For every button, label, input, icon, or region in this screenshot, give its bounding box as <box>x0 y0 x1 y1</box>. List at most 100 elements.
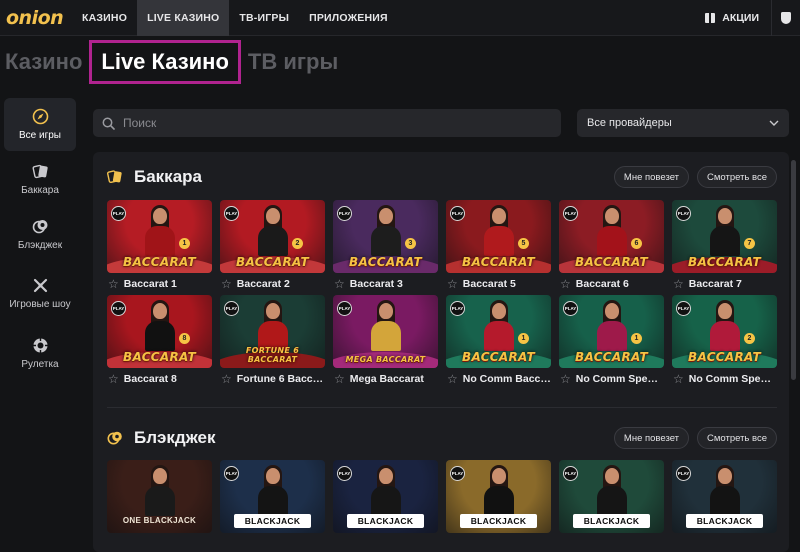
game-thumbnail[interactable]: PLAY 5 BACCARAT <box>446 200 551 273</box>
game-thumbnail[interactable]: PLAY BLACKJACK <box>220 460 325 533</box>
game-card[interactable]: PLAY 3 BACCARAT ☆ Baccarat 3 <box>333 200 438 295</box>
promotions-link[interactable]: АКЦИИ <box>705 12 771 24</box>
game-name: No Comm Spe… <box>688 373 772 385</box>
dealer-head <box>717 468 732 484</box>
play-logo-icon: PLAY <box>563 301 578 316</box>
game-card[interactable]: PLAY BLACKJACK <box>672 460 777 533</box>
table-number-badge: 3 <box>405 238 416 249</box>
game-thumbnail[interactable]: PLAY 7 BACCARAT <box>672 200 777 273</box>
game-name: Baccarat 1 <box>123 278 177 290</box>
game-thumbnail[interactable]: PLAY 1 BACCARAT <box>559 295 664 368</box>
game-card[interactable]: PLAY 1 BACCARAT ☆ No Comm Spe… <box>559 295 664 390</box>
tab-tv-games[interactable]: ТВ игры <box>243 49 343 75</box>
dealer-head <box>378 208 393 224</box>
site-logo[interactable]: onion <box>0 0 72 36</box>
play-logo-icon: PLAY <box>450 301 465 316</box>
lucky-button[interactable]: Мне повезет <box>613 166 690 188</box>
dealer-body <box>596 226 627 256</box>
tab-casino[interactable]: Казино <box>0 49 87 75</box>
sidebar-item-baccarat[interactable]: Баккара <box>4 153 76 206</box>
game-logo-text: BLACKJACK <box>347 514 424 528</box>
nav-apps[interactable]: ПРИЛОЖЕНИЯ <box>299 0 398 36</box>
lucky-button[interactable]: Мне повезет <box>613 427 690 449</box>
game-card[interactable]: PLAY 7 BACCARAT ☆ Baccarat 7 <box>672 200 777 295</box>
see-all-button[interactable]: Смотреть все <box>697 166 777 188</box>
play-logo-icon: PLAY <box>563 206 578 221</box>
game-card[interactable]: PLAY BLACKJACK <box>559 460 664 533</box>
sidebar-item-game-shows[interactable]: Игровые шоу <box>4 263 76 325</box>
game-thumbnail[interactable]: PLAY 1 BACCARAT <box>107 200 212 273</box>
nav-casino[interactable]: КАЗИНО <box>72 0 137 36</box>
game-card[interactable]: PLAY FORTUNE 6 BACCARAT ☆ Fortune 6 Bacc… <box>220 295 325 390</box>
scrollbar[interactable] <box>791 160 796 380</box>
game-thumbnail[interactable]: PLAY BLACKJACK <box>559 460 664 533</box>
game-card[interactable]: PLAY BLACKJACK <box>446 460 551 533</box>
dealer-head <box>152 468 167 484</box>
game-logo-text: BACCARAT <box>462 350 535 364</box>
favorite-star-icon[interactable]: ☆ <box>108 373 119 385</box>
search-bar[interactable] <box>93 109 561 137</box>
game-card[interactable]: PLAY MEGA BACCARAT ☆ Mega Baccarat <box>333 295 438 390</box>
sidebar-item-blackjack[interactable]: Блэкджек <box>4 208 76 261</box>
favorite-star-icon[interactable]: ☆ <box>447 278 458 290</box>
game-card[interactable]: PLAY 2 BACCARAT ☆ No Comm Spe… <box>672 295 777 390</box>
game-thumbnail[interactable]: PLAY 2 BACCARAT <box>220 200 325 273</box>
game-card[interactable]: PLAY BLACKJACK <box>333 460 438 533</box>
game-thumbnail[interactable]: ONE BLACKJACK <box>107 460 212 533</box>
favorite-star-icon[interactable]: ☆ <box>108 278 119 290</box>
dealer-body <box>709 486 740 516</box>
favorite-star-icon[interactable]: ☆ <box>560 373 571 385</box>
game-thumbnail[interactable]: PLAY BLACKJACK <box>446 460 551 533</box>
play-logo-icon: PLAY <box>224 466 239 481</box>
dealer-head <box>717 303 732 319</box>
baccarat-games-grid: PLAY 1 BACCARAT ☆ Baccarat 1 PLAY 2 BACCARAT ☆ Ba… <box>107 200 777 390</box>
game-thumbnail[interactable]: PLAY BLACKJACK <box>333 460 438 533</box>
search-input[interactable] <box>123 116 523 130</box>
play-logo-icon: PLAY <box>337 206 352 221</box>
shield-icon[interactable] <box>772 0 800 36</box>
game-thumbnail[interactable]: PLAY BLACKJACK <box>672 460 777 533</box>
play-logo-icon: PLAY <box>337 466 352 481</box>
sidebar-item-all-games[interactable]: Все игры <box>4 98 76 151</box>
game-card[interactable]: ONE BLACKJACK <box>107 460 212 533</box>
dealer-body <box>709 226 740 256</box>
dealer-head <box>152 208 167 224</box>
table-number-badge: 1 <box>518 333 529 344</box>
game-card[interactable]: PLAY 5 BACCARAT ☆ Baccarat 5 <box>446 200 551 295</box>
tab-live-casino[interactable]: Live Казино <box>89 40 241 84</box>
game-thumbnail[interactable]: PLAY 6 BACCARAT <box>559 200 664 273</box>
favorite-star-icon[interactable]: ☆ <box>221 373 232 385</box>
dealer-head <box>604 208 619 224</box>
favorite-star-icon[interactable]: ☆ <box>673 373 684 385</box>
favorite-star-icon[interactable]: ☆ <box>221 278 232 290</box>
game-name: Baccarat 7 <box>688 278 742 290</box>
game-thumbnail[interactable]: PLAY 8 BACCARAT <box>107 295 212 368</box>
game-logo-text: BACCARAT <box>462 255 535 269</box>
dealer-body <box>709 321 740 351</box>
game-card[interactable]: PLAY BLACKJACK <box>220 460 325 533</box>
game-thumbnail[interactable]: PLAY 3 BACCARAT <box>333 200 438 273</box>
game-card[interactable]: PLAY 1 BACCARAT ☆ No Comm Bacc… <box>446 295 551 390</box>
favorite-star-icon[interactable]: ☆ <box>447 373 458 385</box>
play-logo-icon: PLAY <box>676 301 691 316</box>
game-card[interactable]: PLAY 6 BACCARAT ☆ Baccarat 6 <box>559 200 664 295</box>
game-thumbnail[interactable]: PLAY FORTUNE 6 BACCARAT <box>220 295 325 368</box>
sidebar-item-roulette[interactable]: Рулетка <box>4 327 76 380</box>
game-meta: ☆ Baccarat 3 <box>333 273 438 295</box>
nav-live-casino[interactable]: LIVE КАЗИНО <box>137 0 230 36</box>
see-all-button[interactable]: Смотреть все <box>697 427 777 449</box>
providers-select[interactable]: Все провайдеры <box>577 109 789 137</box>
game-thumbnail[interactable]: PLAY 1 BACCARAT <box>446 295 551 368</box>
favorite-star-icon[interactable]: ☆ <box>334 278 345 290</box>
nav-tv-games[interactable]: ТВ-ИГРЫ <box>229 0 299 36</box>
game-card[interactable]: PLAY 2 BACCARAT ☆ Baccarat 2 <box>220 200 325 295</box>
favorite-star-icon[interactable]: ☆ <box>673 278 684 290</box>
section-title: Блэкджек <box>134 428 216 447</box>
game-thumbnail[interactable]: PLAY MEGA BACCARAT <box>333 295 438 368</box>
sidebar-item-label: Блэкджек <box>17 239 63 251</box>
game-card[interactable]: PLAY 1 BACCARAT ☆ Baccarat 1 <box>107 200 212 295</box>
favorite-star-icon[interactable]: ☆ <box>560 278 571 290</box>
game-card[interactable]: PLAY 8 BACCARAT ☆ Baccarat 8 <box>107 295 212 390</box>
favorite-star-icon[interactable]: ☆ <box>334 373 345 385</box>
game-thumbnail[interactable]: PLAY 2 BACCARAT <box>672 295 777 368</box>
